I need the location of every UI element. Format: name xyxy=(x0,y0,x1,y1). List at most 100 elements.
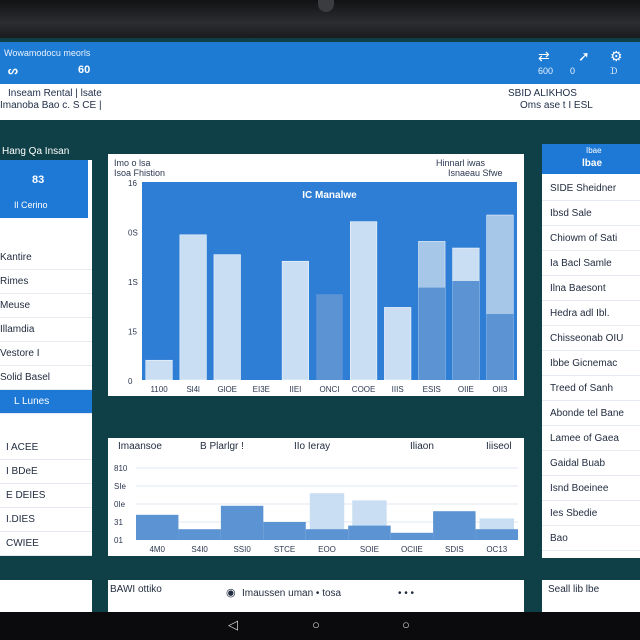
right-list-item[interactable]: Gaidal Buab xyxy=(542,451,640,476)
header-left-value[interactable]: 60 xyxy=(78,64,90,76)
tablet-screen: Wowamodocu meorls ᔕ 60 ⇄ 600 ➚ 0 ⚙ ᗪ Ins… xyxy=(0,38,640,612)
y-tick-label: 0Ie xyxy=(114,500,126,509)
right-list-item[interactable]: Treed of Sanh xyxy=(542,376,640,401)
sidebar-item[interactable]: I ACEE xyxy=(0,436,92,460)
back-icon[interactable]: ◁ xyxy=(228,617,238,633)
y-tick-label: 0 xyxy=(128,377,133,386)
x-tick-label: EI3E xyxy=(253,385,270,394)
x-tick-label: IIIS xyxy=(392,385,404,394)
right-list-item[interactable]: Ibsd Sale xyxy=(542,201,640,226)
right-sidebar-header[interactable]: Ibae lbae xyxy=(542,144,640,174)
x-tick-label: ESIS xyxy=(423,385,441,394)
sidebar-item[interactable]: I.DIES xyxy=(0,508,92,532)
right-list-item[interactable]: Ies Sbedie xyxy=(542,501,640,526)
right-list-item[interactable]: Isnd Boeinee xyxy=(542,476,640,501)
footer-right-label: Seall lib lbe xyxy=(548,584,600,595)
left-sidebar: 83 Il Cerino Kantire Rimes Meuse Illamdi… xyxy=(0,160,92,556)
y-tick-label: 01 xyxy=(114,536,123,545)
sidebar-item[interactable]: Kantire xyxy=(0,246,92,270)
area-block xyxy=(390,532,434,540)
area-block xyxy=(305,529,349,540)
right-list-item[interactable]: Ilna Baesont xyxy=(542,276,640,301)
info-right-line-2: Oms ase t I ESL xyxy=(520,100,593,111)
right-list-item[interactable]: Chisseonab OIU xyxy=(542,326,640,351)
x-tick-label: SDIS xyxy=(445,545,464,554)
settings-icon[interactable]: ⚙ xyxy=(610,48,623,65)
footer-dots[interactable]: • • • xyxy=(398,588,414,599)
chart-title: IC Manalwe xyxy=(302,190,357,201)
bar xyxy=(145,359,173,381)
info-left-line-1: Inseam Rental | lsate xyxy=(8,88,102,99)
y-tick-label: SIe xyxy=(114,482,127,491)
right-header-small: Ibae xyxy=(586,146,602,155)
sidebar-item[interactable]: E DEIES xyxy=(0,484,92,508)
info-right-line-1: SBID ALIKHOS xyxy=(508,88,577,99)
recent-apps-icon[interactable]: ○ xyxy=(402,617,410,632)
cursor-icon[interactable]: ➚ xyxy=(578,48,590,65)
disc-icon[interactable]: ◉ xyxy=(226,586,236,599)
footer-label: BAWI ottiko xyxy=(110,584,162,595)
right-list-item[interactable]: Chiowm of Sati xyxy=(542,226,640,251)
x-tick-label: S4I0 xyxy=(191,545,208,554)
main-chart-card: Imo o lsa Isoa Fhistion Hinnarl iwas Isn… xyxy=(108,154,524,396)
bar xyxy=(384,307,412,381)
bar xyxy=(213,254,241,381)
right-list-item[interactable]: Abonde tel Bane xyxy=(542,401,640,426)
x-tick-label: OCIIE xyxy=(401,545,423,554)
sidebar-item[interactable]: CWIEE xyxy=(0,532,92,556)
y-tick-label: 1S xyxy=(128,278,138,287)
left-sidebar-header[interactable]: 83 Il Cerino xyxy=(0,160,88,218)
x-tick-label: GlOE xyxy=(217,385,237,394)
right-list-item[interactable]: SIDE Sheidner xyxy=(542,176,640,201)
sidebar-item[interactable]: Illamdia xyxy=(0,318,92,342)
y-tick-label: 31 xyxy=(114,518,123,527)
area-block xyxy=(348,525,391,540)
header-left-label[interactable]: ᔕ xyxy=(8,64,18,77)
right-list-item[interactable]: Ibbe Gicnemac xyxy=(542,351,640,376)
x-tick-label: OIIE xyxy=(458,385,474,394)
right-list-item[interactable]: Lamee of Gaea xyxy=(542,426,640,451)
x-tick-label: STCE xyxy=(274,545,295,554)
app-header: Wowamodocu meorls ᔕ 60 ⇄ 600 ➚ 0 ⚙ ᗪ xyxy=(0,42,640,84)
y-tick-label: 15 xyxy=(128,328,137,337)
share-icon[interactable]: ⇄ xyxy=(538,48,550,65)
x-tick-label: OC13 xyxy=(486,545,507,554)
area-block xyxy=(433,511,476,540)
x-tick-label: Sl4l xyxy=(186,385,200,394)
y-tick-label: 0S xyxy=(128,229,138,238)
right-header-value: lbae xyxy=(582,158,603,169)
bar-chart: IC Manalwe 0 15 1S 0S 16 1100 Sl4l GlOE EI3E IIEI O… xyxy=(128,179,517,394)
x-tick-label: ONCI xyxy=(320,385,340,394)
cursor-label: 0 xyxy=(570,66,576,76)
x-tick-label: OII3 xyxy=(492,385,508,394)
right-list-item[interactable]: Hedra adl Ibl. xyxy=(542,301,640,326)
sidebar-item[interactable]: Meuse xyxy=(0,294,92,318)
settings-label: ᗪ xyxy=(610,66,618,76)
x-tick-label: 4M0 xyxy=(149,545,165,554)
footer-right-card: Seall lib lbe xyxy=(542,580,640,612)
sidebar-item-selected[interactable]: L Lunes xyxy=(0,390,92,414)
footer-status: Imaussen uman • tosa xyxy=(242,588,342,599)
sidebar-item[interactable]: Solid Basel xyxy=(0,366,92,390)
bar xyxy=(350,221,378,381)
area-block xyxy=(136,514,179,540)
footer-left-card xyxy=(0,580,92,612)
bar xyxy=(281,260,309,381)
left-panel-title: Hang Qa Insan xyxy=(2,146,70,157)
x-tick-label: SOIE xyxy=(360,545,379,554)
left-header-value: 83 xyxy=(32,174,45,186)
bar-stacked xyxy=(418,287,446,380)
home-icon[interactable]: ○ xyxy=(312,617,320,632)
bar-stacked xyxy=(486,314,514,380)
right-list-item[interactable]: Ia Bacl Samle xyxy=(542,251,640,276)
info-bar: Inseam Rental | lsate Imanoba Bao c. S C… xyxy=(0,84,640,120)
right-list-item[interactable]: Bao xyxy=(542,526,640,551)
area-chart: 810 SIe 0Ie 31 01 4M0 S4I0 SSI0 STCE EOO SOIE OCIIE… xyxy=(114,464,518,554)
bar-stacked xyxy=(452,281,480,380)
sidebar-item[interactable]: Vestore I xyxy=(0,342,92,366)
sidebar-item[interactable]: Rimes xyxy=(0,270,92,294)
sidebar-item[interactable]: I BDeE xyxy=(0,460,92,484)
area-block xyxy=(220,505,264,540)
x-tick-label: IIEI xyxy=(289,385,301,394)
info-left-line-2: Imanoba Bao c. S CE | xyxy=(0,100,102,111)
